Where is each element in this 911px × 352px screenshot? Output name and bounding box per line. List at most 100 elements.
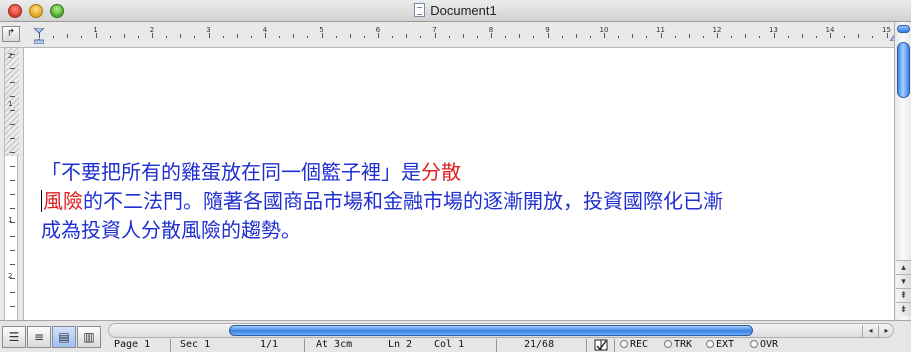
ruler-tick xyxy=(307,36,309,38)
ovr-indicator-icon xyxy=(750,340,758,348)
vertical-ruler[interactable]: 2 1 1 2 xyxy=(0,48,24,320)
vertical-scrollbar[interactable]: ▴ ▾ ⇞ ⇟ xyxy=(894,22,911,320)
ruler-tick xyxy=(81,36,83,38)
text-red-1: 分散 xyxy=(421,160,461,184)
previous-page-icon[interactable]: ⇞ xyxy=(896,288,911,302)
ruler-tick xyxy=(575,34,577,38)
scroll-right-arrow-icon[interactable]: ▸ xyxy=(878,325,894,338)
ruler-number: 6 xyxy=(375,26,381,34)
ruler-number: 3 xyxy=(206,26,211,34)
ruler-number: 13 xyxy=(769,26,778,34)
ruler-tick xyxy=(53,36,55,38)
vertical-scroll-thumb[interactable] xyxy=(897,42,910,98)
ruler-number: 5 xyxy=(319,26,324,34)
ruler-tick xyxy=(293,34,295,38)
ruler-tick xyxy=(702,36,704,38)
ruler-tick xyxy=(801,34,803,38)
vruler-tick xyxy=(10,110,15,111)
text-red-2: 風險 xyxy=(43,189,83,213)
mode-rec[interactable]: REC xyxy=(620,338,648,352)
ruler-number: 8 xyxy=(488,26,494,34)
page-layout-view-button[interactable]: ▤ xyxy=(52,326,76,348)
ruler-tick xyxy=(632,34,634,38)
vruler-tick xyxy=(10,180,15,181)
vruler-tick xyxy=(10,82,15,83)
ruler-tick xyxy=(646,36,648,38)
ruler-tick xyxy=(406,34,408,38)
ruler-tick xyxy=(844,36,846,38)
ruler-tick xyxy=(674,36,676,38)
ruler-tick xyxy=(505,36,507,38)
ruler-tick xyxy=(349,34,351,38)
ruler-tick xyxy=(448,36,450,38)
ruler-tick xyxy=(363,36,365,38)
mode-trk[interactable]: TRK xyxy=(664,338,692,352)
text-blue-2: 的不二法門。隨著各國商品市場和金融市場的逐漸開放，投資國際化已漸 xyxy=(83,189,723,213)
window-title-text: Document1 xyxy=(430,3,497,18)
document-page[interactable]: 「不要把所有的雞蛋放在同一個籃子裡」是分散 風險的不二法門。隨著各國商品市場和金… xyxy=(25,48,894,320)
ruler-tick xyxy=(250,36,252,38)
ruler-tick xyxy=(815,36,817,38)
split-window-handle[interactable] xyxy=(897,25,910,33)
ruler-tick xyxy=(335,36,337,38)
scroll-left-arrow-icon[interactable]: ◂ xyxy=(862,325,878,338)
vertical-ruler-scale: 2 1 1 2 xyxy=(4,48,19,320)
horizontal-scroll-thumb[interactable] xyxy=(229,325,753,336)
ruler-tick xyxy=(533,36,535,38)
ruler-number: 2 xyxy=(149,26,155,34)
outline-view-button[interactable]: ≡ xyxy=(27,326,51,348)
mode-ovr[interactable]: OVR xyxy=(750,338,778,352)
mode-ext[interactable]: EXT xyxy=(706,338,734,352)
document-icon xyxy=(414,3,426,17)
text-line-1: 「不要把所有的雞蛋放在同一個籃子裡」是分散 xyxy=(41,158,881,187)
ruler-tick xyxy=(222,36,224,38)
vruler-tick xyxy=(10,236,15,237)
ruler-number: 4 xyxy=(262,26,268,34)
spelling-grammar-status-icon[interactable] xyxy=(594,339,608,351)
ruler-number: 15 xyxy=(882,26,891,34)
notebook-view-button[interactable]: ▥ xyxy=(77,326,101,348)
vruler-tick xyxy=(10,250,15,251)
ruler-tick xyxy=(688,34,690,38)
tab-stop-selector[interactable]: ↱ xyxy=(2,26,20,42)
scroll-up-arrow-icon[interactable]: ▴ xyxy=(896,260,911,274)
ruler-tick xyxy=(872,36,874,38)
vruler-number: 2 xyxy=(8,52,13,60)
status-position: At 3cm xyxy=(316,339,353,350)
ruler-tick xyxy=(109,36,111,38)
scroll-down-arrow-icon[interactable]: ▾ xyxy=(896,274,911,288)
trk-indicator-icon xyxy=(664,340,672,348)
ruler-tick xyxy=(67,34,69,38)
vruler-tick xyxy=(10,264,15,265)
vruler-tick xyxy=(10,96,15,97)
ruler-number: 7 xyxy=(432,26,437,34)
vruler-tick xyxy=(10,152,15,153)
status-line: Ln 2 xyxy=(388,339,413,350)
vruler-tick xyxy=(10,68,15,69)
vruler-tick xyxy=(10,138,15,139)
horizontal-scroll-arrows: ◂ ▸ xyxy=(862,325,894,338)
ruler-tick xyxy=(462,34,464,38)
vruler-tick xyxy=(10,292,15,293)
vruler-tick xyxy=(10,208,15,209)
draft-view-button[interactable]: ☰ xyxy=(2,326,26,348)
ruler-tick xyxy=(476,36,478,38)
ruler-tick xyxy=(279,36,281,38)
ruler-tick xyxy=(561,36,563,38)
text-cursor xyxy=(41,190,42,212)
ext-indicator-icon xyxy=(706,340,714,348)
ruler-tick xyxy=(137,36,139,38)
document-text[interactable]: 「不要把所有的雞蛋放在同一個籃子裡」是分散 風險的不二法門。隨著各國商品市場和金… xyxy=(41,158,881,245)
ruler-tick xyxy=(731,36,733,38)
ruler-tick xyxy=(123,34,125,38)
status-column: Col 1 xyxy=(434,339,465,350)
vruler-tick xyxy=(10,166,15,167)
horizontal-ruler[interactable]: 1 2 3 4 5 6 7 8 9 10 11 12 13 14 15 xyxy=(24,26,899,44)
horizontal-scrollbar[interactable] xyxy=(108,323,894,338)
next-page-icon[interactable]: ⇟ xyxy=(896,302,911,316)
view-buttons: ☰ ≡ ▤ ▥ xyxy=(2,324,102,350)
ruler-tick xyxy=(618,36,620,38)
status-page: Page 1 xyxy=(114,339,151,350)
title-bar[interactable]: Document1 xyxy=(0,0,911,22)
window-title: Document1 xyxy=(0,3,911,18)
